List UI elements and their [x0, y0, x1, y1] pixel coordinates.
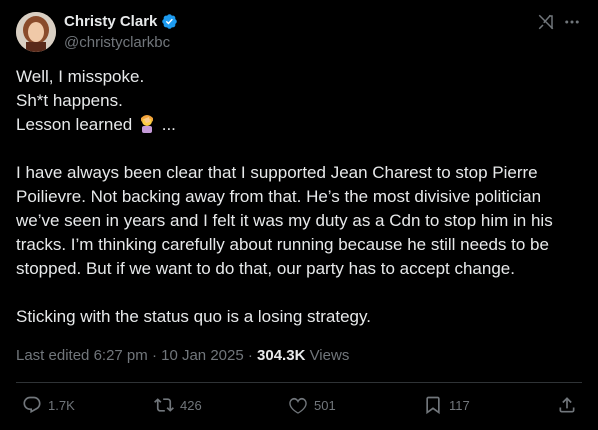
person-facepalming-emoji-icon	[141, 115, 153, 133]
like-count: 501	[314, 397, 336, 413]
repost-icon	[154, 398, 174, 412]
reply-button[interactable]: 1.7K	[22, 395, 75, 415]
reply-icon	[23, 396, 41, 414]
bookmark-count: 117	[449, 397, 470, 413]
action-bar: 1.7K 426 501 117	[0, 383, 598, 430]
tweet-line-3-text: Lesson learned	[16, 115, 133, 134]
bookmark-icon	[426, 396, 440, 415]
tweet-date[interactable]: 10 Jan 2025	[161, 347, 244, 364]
grok-icon[interactable]	[537, 13, 555, 31]
like-button[interactable]: 501	[288, 395, 336, 415]
meta-separator: ·	[151, 347, 157, 364]
tweet-time[interactable]: 6:27 pm	[94, 347, 148, 364]
edited-label[interactable]: Last edited	[16, 347, 89, 364]
tweet-paragraph-2: I have always been clear that I supporte…	[16, 163, 553, 278]
tweet-meta: Last edited 6:27 pm · 10 Jan 2025 · 304.…	[16, 347, 349, 364]
author-display-name[interactable]: Christy Clark	[64, 13, 157, 30]
tweet-line-3: Lesson learned ...	[16, 113, 582, 137]
share-icon	[559, 397, 575, 413]
tweet-line-2: Sh*t happens.	[16, 91, 123, 110]
verified-badge-icon	[162, 14, 178, 29]
more-options-icon[interactable]	[563, 13, 581, 31]
tweet-line-3-ellipsis: ...	[161, 115, 176, 134]
views-label: Views	[309, 347, 350, 364]
views-count: 304.3K	[257, 347, 306, 364]
share-button[interactable]	[557, 395, 577, 415]
repost-button[interactable]: 426	[154, 395, 202, 415]
author-name-row[interactable]: Christy Clark	[64, 13, 178, 30]
avatar-image	[16, 12, 56, 52]
tweet-paragraph-3: Sticking with the status quo is a losing…	[16, 307, 371, 326]
heart-icon	[289, 397, 307, 414]
repost-count: 426	[180, 397, 202, 413]
bookmark-button[interactable]: 117	[423, 395, 470, 415]
reply-count: 1.7K	[48, 397, 75, 413]
author-handle[interactable]: @christyclarkbc	[64, 34, 170, 51]
tweet-text: Well, I misspoke. Sh*t happens. Lesson l…	[16, 65, 582, 329]
avatar[interactable]	[16, 12, 56, 52]
meta-separator-2: ·	[247, 347, 253, 364]
tweet-line-1: Well, I misspoke.	[16, 67, 145, 86]
